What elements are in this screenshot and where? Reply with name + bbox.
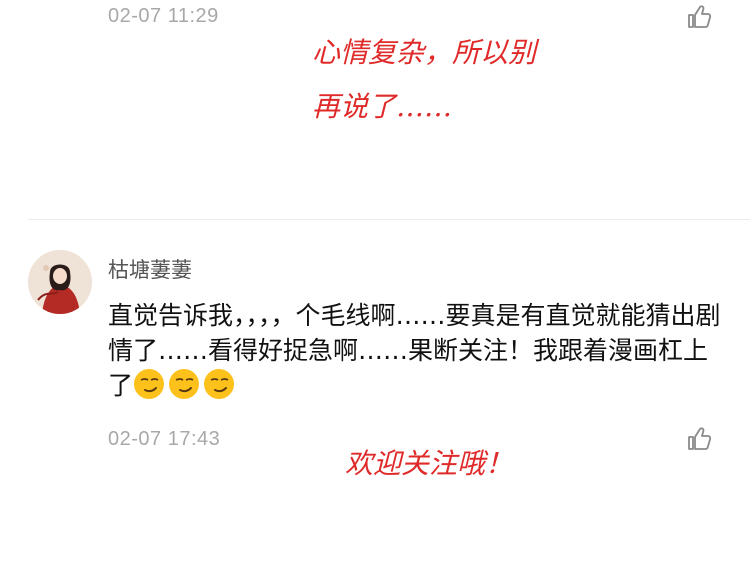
comment-body: 直觉告诉我，，，，个毛线啊……要真是有直觉就能猜出剧情了……看得好捉急啊……果断… [108, 298, 728, 403]
smirk-emoji-icon [133, 368, 165, 400]
like-button[interactable] [685, 3, 713, 31]
comment-timestamp: 02-07 11:29 [108, 5, 219, 27]
comment-timestamp: 02-07 17:43 [108, 428, 221, 450]
author-reply: 欢迎关注哦！ [345, 447, 514, 480]
thumbs-up-icon [685, 425, 713, 453]
smirk-emoji-icon [168, 368, 200, 400]
thumbs-up-icon [685, 3, 713, 31]
like-button[interactable] [685, 425, 713, 453]
comment-item: 02-07 11:29 心情复杂，所以别 再说了…… [0, 0, 750, 218]
smirk-emoji-icon [203, 368, 235, 400]
comment-username[interactable]: 枯塘萋萋 [108, 254, 192, 284]
author-reply: 心情复杂，所以别 再说了…… [312, 26, 536, 134]
author-reply-line: 心情复杂，所以别 [312, 36, 537, 69]
author-reply-line: 再说了…… [312, 90, 453, 123]
avatar[interactable] [28, 250, 92, 314]
